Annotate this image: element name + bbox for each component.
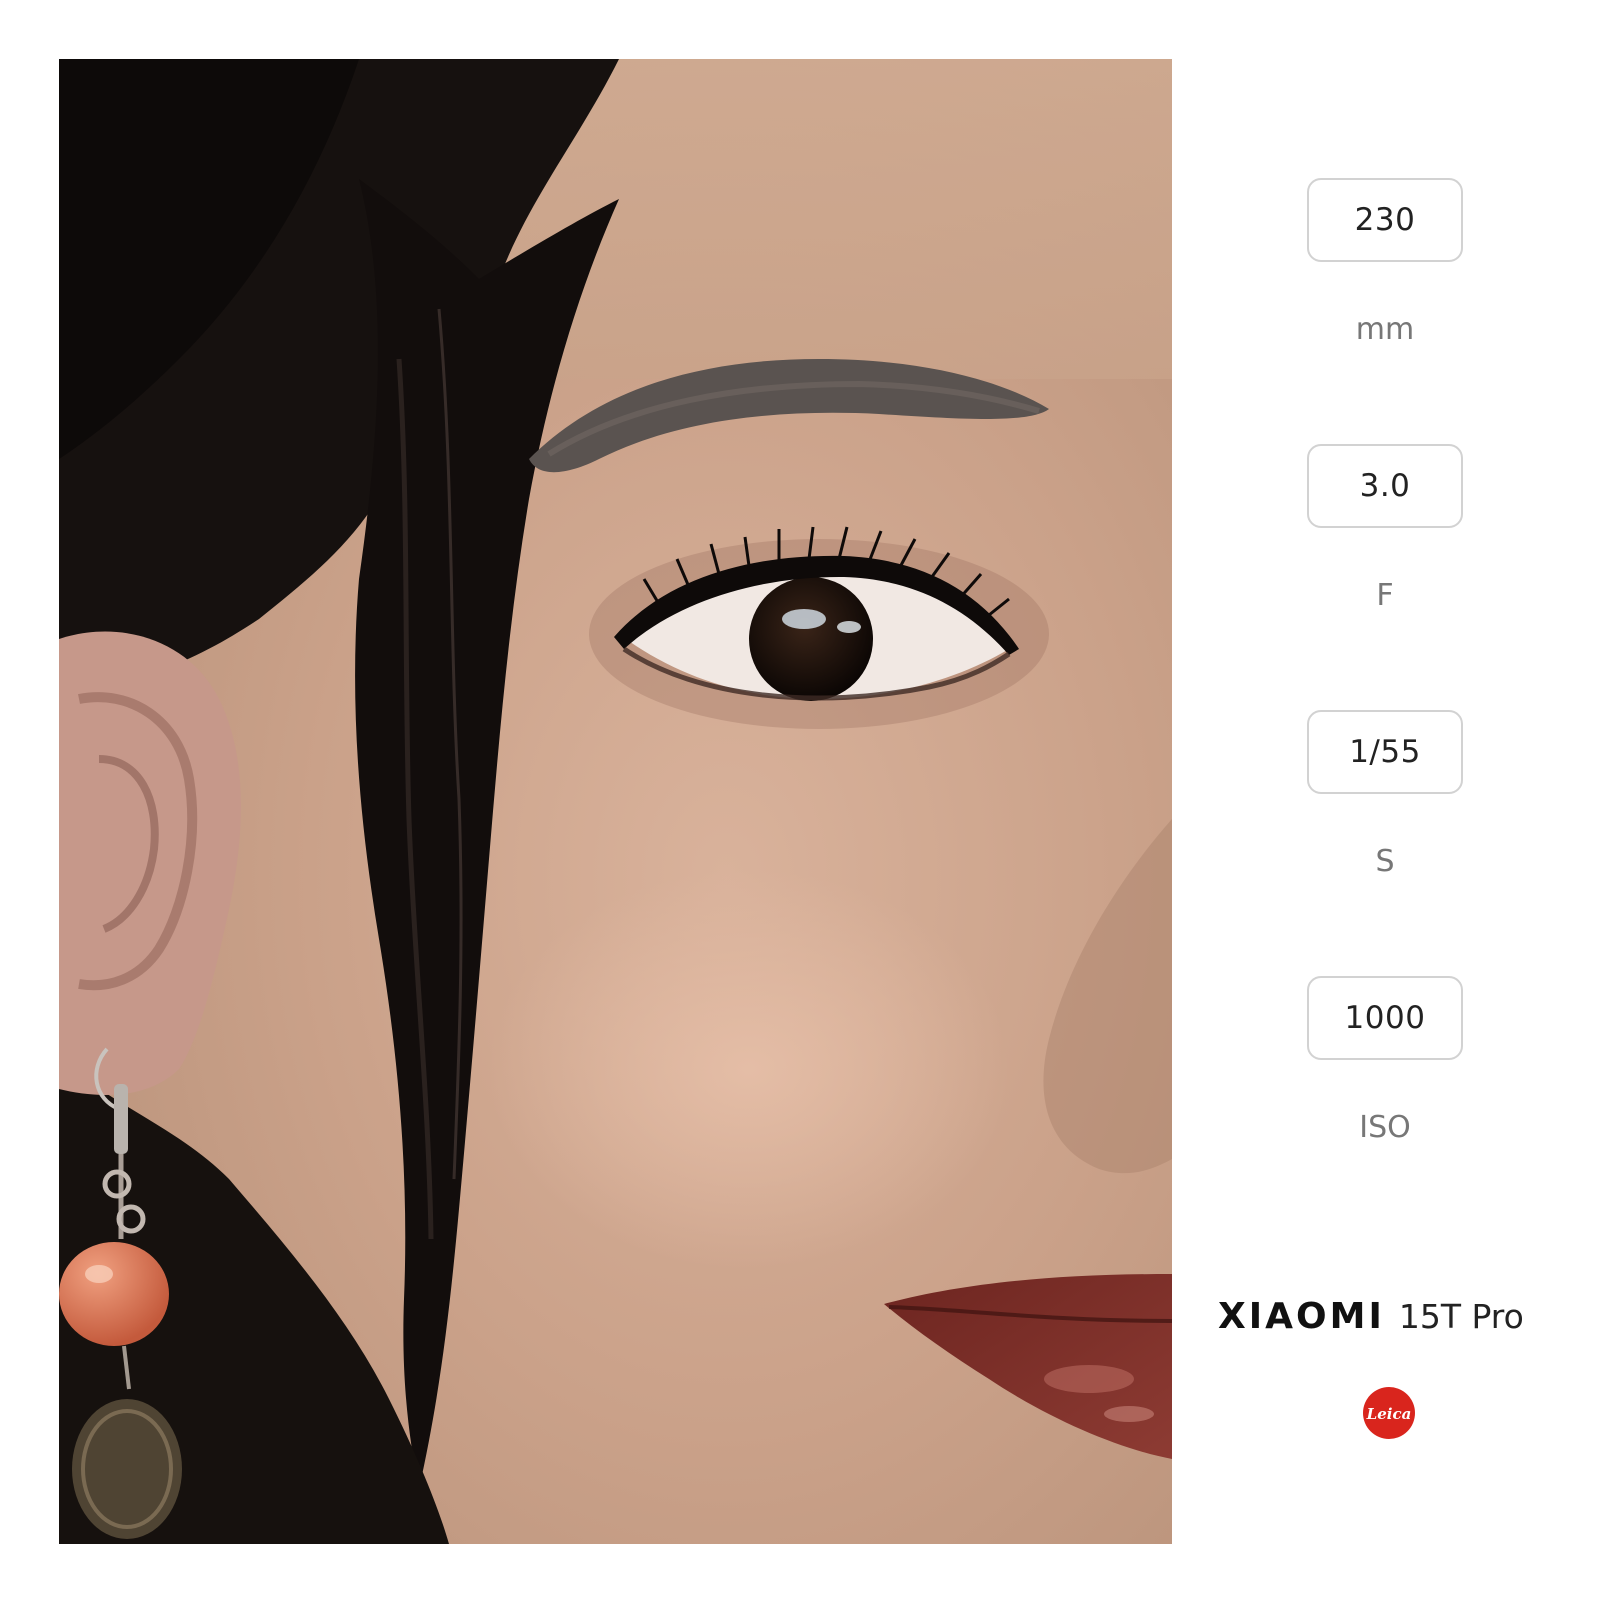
- aperture-unit: F: [1376, 578, 1394, 613]
- photo-frame: 230 mm 3.0 F 1/55 S 1000 ISO XIAOMI 15T …: [0, 0, 1600, 1600]
- brand-name: XIAOMI: [1218, 1296, 1385, 1337]
- portrait-photo: [59, 59, 1172, 1544]
- svg-text:Leica: Leica: [1366, 1405, 1412, 1423]
- shutter-speed-unit: S: [1375, 844, 1395, 879]
- focal-length-unit: mm: [1355, 312, 1415, 347]
- shutter-speed-value: 1/55: [1307, 710, 1463, 794]
- iso-value: 1000: [1307, 976, 1463, 1060]
- iso-unit: ISO: [1359, 1110, 1411, 1145]
- aperture-value: 3.0: [1307, 444, 1463, 528]
- brand-model: 15T Pro: [1398, 1297, 1524, 1336]
- camera-brand: XIAOMI 15T Pro: [1218, 1296, 1558, 1346]
- focal-length-value: 230: [1307, 178, 1463, 262]
- exif-panel: 230 mm 3.0 F 1/55 S 1000 ISO: [1180, 0, 1600, 1600]
- leica-logo-icon: Leica: [1362, 1386, 1416, 1440]
